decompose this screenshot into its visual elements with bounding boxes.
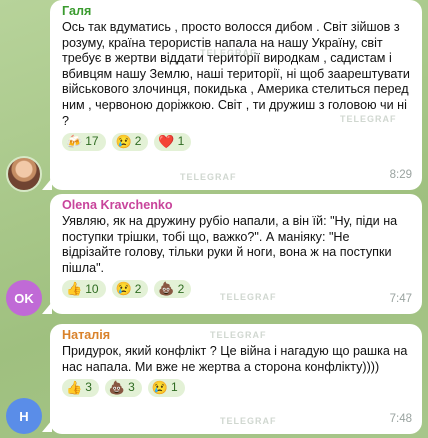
message-bubble[interactable]: Наталія Придурок, який конфлікт ? Це вій… — [50, 324, 422, 434]
reaction-count: 17 — [85, 134, 99, 149]
avatar[interactable]: OK — [6, 280, 42, 316]
message-time: 7:47 — [389, 293, 412, 306]
message-time: 8:29 — [389, 169, 412, 182]
watermark: TELEGRAF — [180, 172, 237, 182]
message-author[interactable]: Наталія — [62, 328, 412, 343]
reaction-count: 3 — [128, 380, 135, 395]
reaction-count: 2 — [134, 281, 142, 296]
reaction-count: 1 — [177, 134, 185, 149]
reaction-count: 3 — [85, 380, 92, 395]
message-text: Придурок, який конфлікт ? Це війна і наг… — [62, 344, 408, 374]
reaction-chip[interactable]: ❤️ 1 — [154, 133, 192, 152]
watermark: TELEGRAF — [220, 416, 277, 426]
reaction-count: 2 — [177, 281, 185, 296]
avatar[interactable]: Н — [6, 398, 42, 434]
reaction-chip[interactable]: 😢 2 — [111, 133, 149, 152]
reaction-chip[interactable]: 👍 10 — [62, 280, 106, 299]
crying-face-icon: 😢 — [115, 134, 132, 150]
reaction-chip[interactable]: 🍻 17 — [62, 133, 106, 152]
poop-icon: 💩 — [108, 380, 126, 396]
message-bubble[interactable]: Olena Kravchenko Уявляю, як на дружину р… — [50, 194, 422, 314]
reactions-bar: 🍻 17 😢 2 ❤️ 1 — [62, 133, 412, 152]
reaction-chip[interactable]: 💩 2 — [154, 280, 192, 299]
reaction-count: 2 — [134, 134, 142, 149]
poop-icon: 💩 — [158, 281, 175, 297]
beer-icon: 🍻 — [66, 134, 83, 150]
thumbs-up-icon: 👍 — [66, 281, 83, 297]
crying-face-icon: 😢 — [151, 380, 168, 396]
reaction-chip[interactable]: 😢 1 — [147, 379, 185, 398]
reaction-chip[interactable]: 😢 2 — [111, 280, 149, 299]
avatar[interactable] — [6, 156, 42, 192]
reactions-bar: 👍 10 😢 2 💩 2 — [62, 280, 412, 299]
reaction-count: 10 — [85, 281, 99, 296]
message-bubble[interactable]: Галя Ось так вдуматись , просто волосся … — [50, 0, 422, 190]
message-author[interactable]: Галя — [62, 4, 412, 19]
message-text: Ось так вдуматись , просто волосся дибом… — [62, 20, 410, 128]
reactions-bar: 👍 3 💩 3 😢 1 — [62, 379, 412, 398]
message-text: Уявляю, як на дружину рубіо напали, а ві… — [62, 214, 398, 275]
thumbs-up-icon: 👍 — [66, 380, 83, 396]
heart-icon: ❤️ — [158, 134, 175, 150]
message-author[interactable]: Olena Kravchenko — [62, 198, 412, 213]
crying-face-icon: 😢 — [115, 281, 132, 297]
reaction-count: 1 — [170, 380, 178, 395]
reaction-chip[interactable]: 💩 3 — [104, 379, 142, 398]
reaction-chip[interactable]: 👍 3 — [62, 379, 99, 398]
message-time: 7:48 — [389, 413, 412, 426]
